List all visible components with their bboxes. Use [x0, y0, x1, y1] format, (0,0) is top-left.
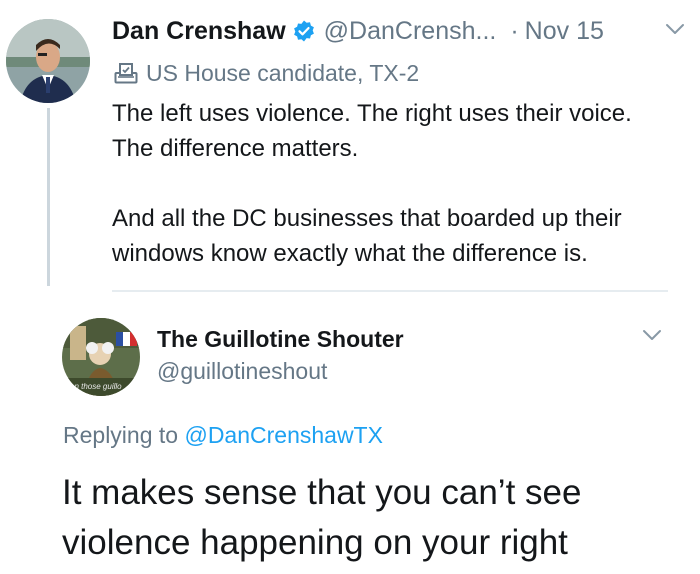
tweet-text-paragraph-1: The left uses violence. The right uses t… [112, 100, 632, 162]
verified-badge-icon [292, 19, 316, 43]
chevron-down-icon[interactable] [641, 324, 663, 346]
tweet-date[interactable]: Nov 15 [525, 17, 604, 46]
author-name[interactable]: Dan Crenshaw [112, 17, 286, 46]
candidate-label-text: US House candidate, TX-2 [146, 59, 420, 86]
reply-author-name[interactable]: The Guillotine Shouter [157, 324, 404, 354]
candidate-label: US House candidate, TX-2 [114, 58, 419, 88]
replying-to-line: Replying to @DanCrenshawTX [63, 420, 383, 450]
avatar-guillotine-shouter[interactable]: on those guillo [62, 318, 140, 396]
ballot-box-icon [114, 62, 138, 84]
thread-connector-line [47, 108, 50, 286]
reply-text: It makes sense that you can’t see violen… [62, 473, 582, 562]
date-separator: · [510, 16, 519, 45]
author-handle[interactable]: @DanCrensh... [324, 17, 497, 46]
avatar-dan-crenshaw[interactable] [6, 19, 90, 103]
tweet-header: Dan Crenshaw @DanCrensh... · Nov 15 [112, 14, 604, 48]
chevron-down-icon[interactable] [664, 18, 686, 40]
replying-to-handle[interactable]: @DanCrenshawTX [184, 422, 382, 448]
tweet-divider [112, 290, 668, 292]
avatar-caption: on those guillo [70, 382, 122, 391]
tweet-text-paragraph-2: And all the DC businesses that boarded u… [112, 205, 622, 267]
reply-author-handle[interactable]: @guillotineshout [157, 356, 327, 386]
replying-to-prefix: Replying to [63, 422, 179, 448]
